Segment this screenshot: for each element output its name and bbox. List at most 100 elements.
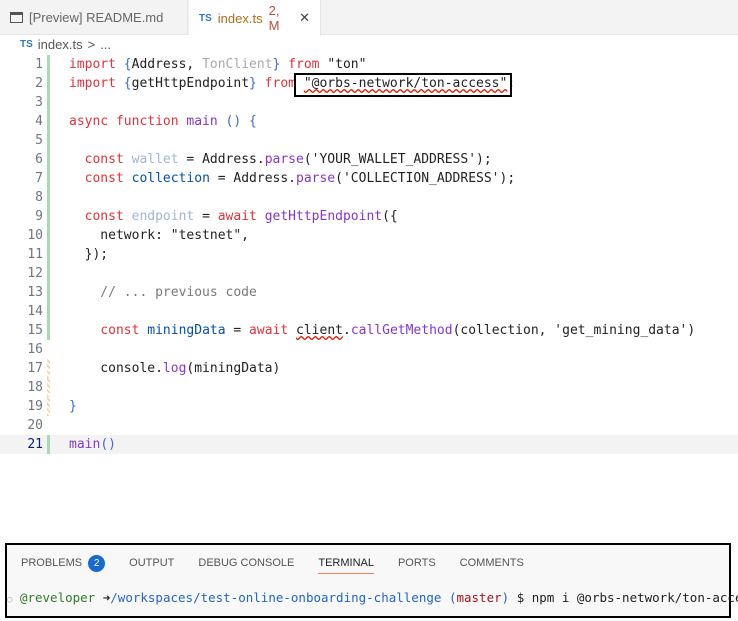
code-line[interactable]: 7 const collection = Address.parse('COLL…: [0, 169, 738, 188]
code-token: () {: [225, 114, 257, 129]
terminal-user: @reveloper: [19, 590, 96, 605]
code-token: collection: [131, 171, 210, 186]
code-token: const: [84, 209, 132, 224]
panel-tab-debug-console[interactable]: DEBUG CONSOLE: [198, 552, 294, 574]
git-change-indicator[interactable]: [47, 131, 50, 150]
code-text: console.log(miningData): [69, 359, 280, 378]
tab-label: DEBUG CONSOLE: [198, 557, 295, 569]
code-line[interactable]: 1 import {Address, TonClient} from "ton": [0, 55, 738, 74]
code-line[interactable]: 19}: [0, 397, 738, 416]
code-editor[interactable]: 1 import {Address, TonClient} from "ton" 2…: [0, 55, 738, 454]
code-token: import: [69, 57, 124, 72]
git-change-indicator[interactable]: [47, 150, 50, 169]
breadcrumb: TS index.ts > ...: [20, 37, 111, 52]
code-token: =: [194, 209, 218, 224]
code-token: await: [217, 209, 265, 224]
code-token: getHttpEndpoint: [131, 76, 250, 91]
line-number: 16: [27, 342, 43, 357]
code-token: ('COLLECTION_ADDRESS');: [335, 171, 516, 186]
code-token: parse: [264, 152, 304, 167]
code-line[interactable]: 5: [0, 131, 738, 150]
code-token: const: [84, 171, 132, 186]
code-token: }: [69, 399, 77, 414]
code-line[interactable]: 9 const endpoint = await getHttpEndpoint…: [0, 207, 738, 226]
code-token: });: [69, 247, 109, 262]
code-token: client: [296, 323, 343, 338]
code-line[interactable]: 6 const wallet = Address.parse('YOUR_WAL…: [0, 150, 738, 169]
git-change-indicator[interactable]: [47, 435, 50, 454]
panel-tab-comments[interactable]: COMMENTS: [460, 552, 524, 574]
tab-badge: 2, M: [268, 3, 280, 33]
git-change-indicator[interactable]: [47, 302, 50, 321]
terminal-command: $ npm i @orbs-network/ton-access: [509, 590, 738, 605]
git-change-indicator[interactable]: [47, 264, 50, 283]
git-change-indicator[interactable]: [47, 207, 50, 226]
code-token: main: [186, 114, 226, 129]
git-change-indicator[interactable]: [47, 397, 50, 416]
code-line[interactable]: 13 // ... previous code: [0, 283, 738, 302]
code-token: ('YOUR_WALLET_ADDRESS');: [303, 152, 492, 167]
code-line[interactable]: 15 const miningData = await client.callG…: [0, 321, 738, 340]
line-number: 4: [35, 114, 43, 129]
panel-tab-terminal[interactable]: TERMINAL: [318, 552, 374, 574]
code-token: async function: [69, 114, 187, 129]
problems-badge: 2: [88, 554, 106, 572]
line-number: 15: [27, 323, 43, 338]
breadcrumb-symbols[interactable]: ...: [100, 37, 111, 52]
code-token: {: [123, 57, 132, 72]
git-change-indicator[interactable]: [47, 321, 50, 340]
code-line[interactable]: 14: [0, 302, 738, 321]
code-token: getHttpEndpoint: [264, 209, 383, 224]
tab-index-ts[interactable]: TS index.ts 2, M ✕: [189, 0, 321, 36]
git-change-indicator[interactable]: [47, 55, 50, 74]
code-line[interactable]: 17 console.log(miningData): [0, 359, 738, 378]
code-line[interactable]: 8: [0, 188, 738, 207]
line-number: 3: [35, 95, 43, 110]
code-line[interactable]: 21 main(): [0, 435, 738, 454]
tab-label: OUTPUT: [129, 557, 175, 569]
git-change-indicator[interactable]: [47, 74, 50, 93]
git-change-indicator[interactable]: [47, 226, 50, 245]
code-token: miningData: [147, 323, 226, 338]
code-text: }: [69, 397, 77, 416]
git-change-indicator[interactable]: [47, 112, 50, 131]
git-change-indicator[interactable]: [47, 378, 50, 397]
git-change-indicator[interactable]: [47, 188, 50, 207]
code-text: const miningData = await client.callGetM…: [69, 321, 695, 340]
line-number: 20: [27, 418, 43, 433]
panel-tab-problems[interactable]: PROBLEMS 2: [21, 552, 106, 574]
line-number: 21: [27, 437, 43, 452]
code-line[interactable]: 12: [0, 264, 738, 283]
code-line[interactable]: 16: [0, 340, 738, 359]
line-number: 14: [27, 304, 43, 319]
code-line[interactable]: 11 });: [0, 245, 738, 264]
panel-tabs: PROBLEMS 2 OUTPUT DEBUG CONSOLE TERMINAL PORT…: [21, 552, 548, 574]
code-token: .: [342, 323, 351, 338]
line-number: 7: [35, 171, 43, 186]
code-line[interactable]: 18: [0, 378, 738, 397]
code-line[interactable]: 4 async function main () {: [0, 112, 738, 131]
close-icon[interactable]: ✕: [299, 10, 310, 26]
code-token: = Address.: [178, 152, 265, 167]
code-text: });: [69, 245, 109, 264]
tab-label: PROBLEMS: [21, 557, 83, 569]
git-change-indicator[interactable]: [47, 93, 50, 112]
terminal-line[interactable]: ○ @reveloper ➜/workspaces/test-online-on…: [7, 590, 738, 606]
git-change-indicator[interactable]: [47, 283, 50, 302]
tab-label: TERMINAL: [318, 556, 374, 569]
breadcrumb-file[interactable]: index.ts: [38, 37, 83, 52]
panel-tab-output[interactable]: OUTPUT: [129, 552, 174, 574]
code-token: main: [69, 437, 101, 452]
tab-readme-preview[interactable]: [Preview] README.md: [0, 0, 188, 35]
git-change-indicator[interactable]: [47, 169, 50, 188]
code-token: network: "testnet",: [69, 228, 250, 243]
code-line[interactable]: 10 network: "testnet",: [0, 226, 738, 245]
panel-tab-ports[interactable]: PORTS: [398, 552, 436, 574]
code-token: log: [162, 361, 187, 376]
code-line[interactable]: 20: [0, 416, 738, 435]
git-change-indicator[interactable]: [47, 359, 50, 378]
code-text: const collection = Address.parse('COLLEC…: [69, 169, 516, 188]
git-change-indicator[interactable]: [47, 245, 50, 264]
line-number: 6: [35, 152, 43, 167]
